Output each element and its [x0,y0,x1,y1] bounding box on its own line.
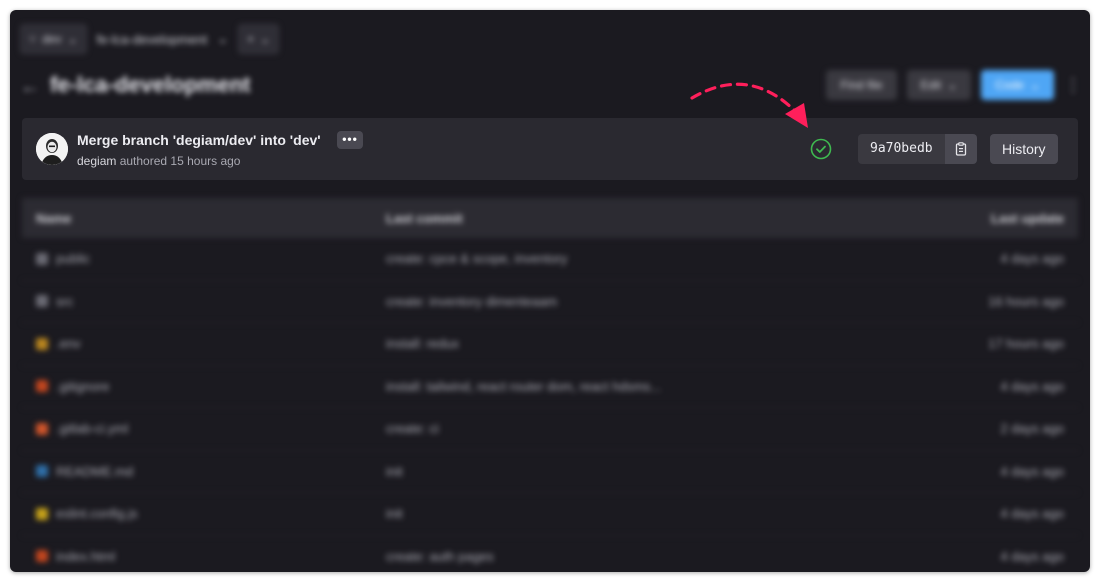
file-name[interactable]: index.html [56,549,115,564]
pipeline-passed-icon[interactable] [810,138,832,160]
table-row[interactable]: README.md init 4 days ago [22,451,1078,493]
file-icon [36,295,48,308]
table-row[interactable]: .gitignore install: tailwind, react route… [22,366,1078,408]
header-actions: Find file Edit ⌄ Code ⌄ ⋮ [826,70,1082,100]
file-name-cell[interactable]: .gitignore [22,379,386,394]
last-commit-bar: Merge branch 'degiam/dev' into 'dev' •••… [22,118,1078,180]
last-commit-cell[interactable]: create: inventory dimenteaam [386,294,904,309]
table-row[interactable]: .gitlab-ci.yml create: ci 2 days ago [22,408,1078,451]
last-commit-cell[interactable]: create: auth pages [386,549,904,564]
last-commit-cell[interactable]: init [386,464,904,479]
app-window: ⑂ dev ⌄ fe-lca-development ⌄ + ⌄ ← fe-lc… [10,10,1090,572]
file-icon [36,507,48,520]
breadcrumb[interactable]: fe-lca-development [97,32,208,47]
table-body: public create: cpce & scope, inventory 4 d… [22,238,1078,572]
last-commit-cell[interactable]: init [386,506,904,521]
back-arrow-icon[interactable]: ← [20,76,40,99]
chevron-down-icon: ⌄ [217,31,229,46]
copy-sha-button[interactable] [944,134,977,164]
file-name[interactable]: .gitignore [56,379,109,394]
last-commit-cell[interactable]: install: tailwind, react router dom, rea… [386,379,904,394]
last-update-cell: 4 days ago [1000,378,1064,394]
edit-label: Edit [920,78,942,92]
more-actions-icon[interactable]: ⋮ [1064,75,1082,96]
file-name[interactable]: README.md [56,464,133,479]
file-name-cell[interactable]: .env [22,336,386,351]
table-row[interactable]: .env install: redux 17 hours ago [22,323,1078,366]
page-title: fe-lca-development [50,72,251,97]
commit-details-toggle[interactable]: ••• [337,131,363,149]
file-table: Name Last commit Last update public creat… [22,198,1078,572]
last-update-cell: 4 days ago [1000,506,1064,522]
find-file-button[interactable]: Find file [826,70,897,100]
column-name-header: Name [36,210,72,226]
last-commit-cell[interactable]: create: ci [386,421,904,436]
add-button[interactable]: + ⌄ [238,24,280,54]
last-update-cell: 16 hours ago [988,293,1064,309]
commit-meta: degiam authored 15 hours ago [77,154,240,168]
code-button[interactable]: Code ⌄ [981,70,1054,100]
chevron-down-icon: ⌄ [1029,78,1040,92]
commit-sha[interactable]: 9a70bedb [858,134,945,164]
table-header: Name Last commit Last update [22,198,1078,238]
last-update-cell: 4 days ago [1000,251,1064,267]
file-icon [36,465,48,478]
file-name[interactable]: .gitlab-ci.yml [56,421,128,436]
commit-sha-group: 9a70bedb [858,134,977,164]
table-row[interactable]: src create: inventory dimenteaam 16 hours … [22,281,1078,323]
last-commit-cell[interactable]: install: redux [386,336,904,351]
commit-time: authored 15 hours ago [119,154,241,168]
file-icon [36,380,48,393]
file-name-cell[interactable]: eslint.config.js [22,506,386,521]
commit-author[interactable]: degiam [77,154,116,168]
chevron-down-icon: ⌄ [260,32,271,46]
file-name-cell[interactable]: public [22,251,386,266]
table-row[interactable]: public create: cpce & scope, inventory 4 d… [22,238,1078,281]
file-icon [36,337,48,350]
plus-icon: + [247,32,255,46]
avatar[interactable] [36,133,68,165]
code-label: Code [995,78,1024,92]
file-name-cell[interactable]: index.html [22,549,386,564]
file-icon [36,550,48,563]
title-row: ← fe-lca-development Find file Edit ⌄ Co… [20,70,1082,106]
table-row[interactable]: eslint.config.js init 4 days ago [22,493,1078,536]
commit-message[interactable]: Merge branch 'degiam/dev' into 'dev' [77,132,321,148]
clipboard-icon [955,142,966,156]
file-name[interactable]: .env [56,336,81,351]
branch-label: dev [42,32,62,46]
last-commit-cell[interactable]: create: cpce & scope, inventory [386,251,904,266]
branch-icon: ⑂ [29,32,37,46]
edit-button[interactable]: Edit ⌄ [906,70,972,100]
file-name-cell[interactable]: src [22,294,386,309]
file-icon [36,422,48,435]
top-toolbar: ⑂ dev ⌄ fe-lca-development ⌄ + ⌄ [20,24,280,54]
file-name-cell[interactable]: README.md [22,464,386,479]
chevron-down-icon: ⌄ [947,78,958,92]
last-update-cell: 2 days ago [1000,421,1064,437]
chevron-down-icon: ⌄ [67,32,78,46]
last-update-cell: 4 days ago [1000,548,1064,564]
table-row[interactable]: index.html create: auth pages 4 days ago [22,536,1078,573]
column-last-update-header: Last update [991,210,1064,226]
last-update-cell: 4 days ago [1000,463,1064,479]
annotation-arrow [690,82,808,128]
file-name[interactable]: eslint.config.js [56,506,138,521]
history-button[interactable]: History [990,134,1058,164]
branch-selector[interactable]: ⑂ dev ⌄ [20,24,87,54]
last-update-cell: 17 hours ago [988,336,1064,352]
file-icon [36,252,48,265]
file-name-cell[interactable]: .gitlab-ci.yml [22,421,386,436]
column-last-commit-header: Last commit [386,210,463,226]
file-name[interactable]: src [56,294,73,309]
file-name[interactable]: public [56,251,90,266]
